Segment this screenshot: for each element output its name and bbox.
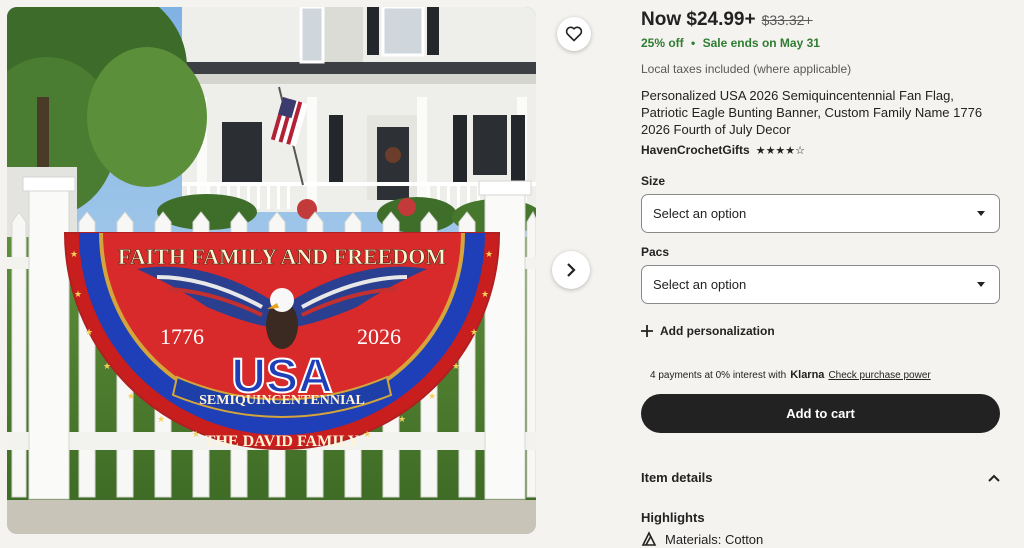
banner-ribbon-text: SEMIQUINCENTENNIAL [199,393,365,408]
chevron-right-icon [567,263,576,277]
svg-text:★: ★ [85,327,93,337]
banner-family-text: THE DAVID FAMILY [205,433,360,450]
size-label: Size [641,174,666,188]
svg-text:★: ★ [428,391,436,401]
material-row: Materials: Cotton [641,531,763,547]
klarna-link[interactable]: Check purchase power [828,370,930,381]
discount-text: 25% off [641,36,684,50]
size-select[interactable]: Select an option [641,194,1000,233]
add-personalization-button[interactable]: Add personalization [641,324,775,338]
item-details-title: Item details [641,470,713,485]
heart-icon [565,26,583,42]
star-rating: ★★★★☆ [755,144,806,157]
sale-end-text: Sale ends on May 31 [702,36,820,50]
svg-text:★: ★ [157,414,165,424]
svg-text:★: ★ [481,289,489,299]
product-title: Personalized USA 2026 Semiquincentennial… [641,88,983,137]
caret-down-icon [977,282,985,287]
sale-info: 25% off • Sale ends on May 31 [641,36,820,50]
klarna-logo: Klarna [790,369,825,381]
add-personalization-label: Add personalization [660,324,775,338]
price-row: Now $24.99+ $33.32+ [641,9,813,31]
klarna-info: 4 payments at 0% interest with Klarna Ch… [650,369,931,381]
svg-text:★: ★ [192,429,200,439]
banner-year-left: 1776 [160,324,204,349]
current-price: Now $24.99+ [641,9,756,30]
add-to-cart-button[interactable]: Add to cart [641,394,1000,433]
product-image[interactable]: ★ ★ ★ ★ ★ ★ ★ ★ ★ ★ ★ ★ ★ ★ FAITH FAMILY AND FREEDOM… [7,7,536,534]
material-icon [641,531,657,546]
banner-year-right: 2026 [357,324,401,349]
favorite-button[interactable] [557,17,591,51]
shop-name-link[interactable]: HavenCrochetGifts [641,143,750,157]
pacs-select-value: Select an option [653,277,747,292]
plus-icon [641,325,653,337]
highlights-heading: Highlights [641,510,705,525]
svg-text:★: ★ [470,327,478,337]
svg-text:★: ★ [363,429,371,439]
svg-text:★: ★ [70,249,78,259]
caret-down-icon [977,211,985,216]
svg-text:★: ★ [452,361,460,371]
svg-text:★: ★ [103,361,111,371]
item-details-toggle[interactable]: Item details [641,470,1000,485]
material-text: Materials: Cotton [665,531,764,547]
svg-text:★: ★ [485,249,493,259]
klarna-text: 4 payments at 0% interest with [650,369,787,381]
pacs-label: Pacs [641,245,670,259]
tax-note: Local taxes included (where applicable) [641,62,852,76]
chevron-up-icon [988,474,1000,482]
shop-row: HavenCrochetGifts ★★★★☆ [641,143,805,157]
pacs-select[interactable]: Select an option [641,265,1000,304]
next-image-button[interactable] [552,251,590,289]
sale-separator: • [691,36,696,50]
original-price: $33.32+ [761,12,813,28]
svg-text:★: ★ [74,289,82,299]
banner-top-text: FAITH FAMILY AND FREEDOM [118,244,446,269]
svg-text:★: ★ [398,414,406,424]
size-select-value: Select an option [653,206,747,221]
svg-text:★: ★ [127,391,135,401]
